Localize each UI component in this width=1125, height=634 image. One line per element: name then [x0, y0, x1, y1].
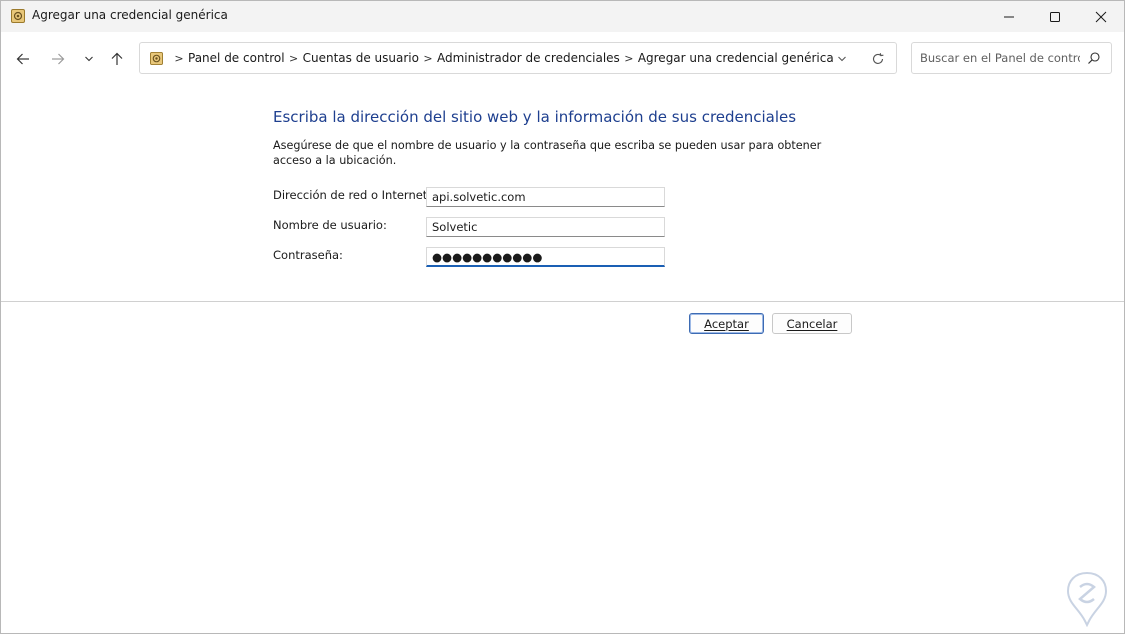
forward-button[interactable]: [45, 46, 71, 72]
maximize-icon: [1050, 11, 1060, 22]
username-label: Nombre de usuario:: [273, 218, 387, 232]
navigation-bar: > Panel de control > Cuentas de usuario …: [1, 32, 1124, 85]
breadcrumb-separator[interactable]: >: [419, 52, 437, 65]
close-button[interactable]: [1078, 1, 1124, 32]
chevron-down-icon: [85, 56, 93, 62]
search-input[interactable]: [920, 50, 1080, 66]
refresh-button[interactable]: [870, 51, 886, 67]
chevron-down-icon: [838, 56, 846, 62]
breadcrumb: > Panel de control > Cuentas de usuario …: [170, 51, 834, 65]
password-label: Contraseña:: [273, 248, 343, 262]
cancel-button[interactable]: Cancelar: [772, 313, 852, 334]
divider: [1, 301, 1124, 302]
recent-locations-button[interactable]: [76, 46, 102, 72]
credential-window: Agregar una credencial genérica > Panel …: [0, 0, 1125, 634]
up-button[interactable]: [104, 46, 130, 72]
username-field[interactable]: [426, 217, 665, 237]
breadcrumb-separator[interactable]: >: [620, 52, 638, 65]
password-field[interactable]: [426, 247, 665, 267]
minimize-button[interactable]: [986, 1, 1032, 32]
page-description: Asegúrese de que el nombre de usuario y …: [273, 139, 822, 167]
breadcrumb-separator[interactable]: >: [170, 52, 188, 65]
search-icon[interactable]: [1087, 51, 1101, 65]
title-bar[interactable]: Agregar una credencial genérica: [1, 1, 1124, 32]
accept-button[interactable]: Aceptar: [689, 313, 764, 334]
breadcrumb-item[interactable]: Panel de control: [188, 51, 285, 65]
page-heading: Escriba la dirección del sitio web y la …: [273, 108, 797, 126]
search-box[interactable]: [911, 42, 1112, 74]
address-history-button[interactable]: [834, 51, 850, 67]
forward-arrow-icon: [52, 53, 65, 65]
close-icon: [1095, 11, 1107, 22]
address-label: Dirección de red o Internet:: [273, 188, 432, 202]
watermark-logo: [1066, 571, 1108, 627]
refresh-icon: [872, 53, 884, 64]
breadcrumb-item[interactable]: Agregar una credencial genérica: [638, 51, 834, 65]
minimize-icon: [1004, 16, 1014, 17]
window-title: Agregar una credencial genérica: [32, 8, 228, 22]
breadcrumb-item[interactable]: Cuentas de usuario: [303, 51, 419, 65]
breadcrumb-separator[interactable]: >: [285, 52, 303, 65]
maximize-button[interactable]: [1032, 1, 1078, 32]
back-arrow-icon: [16, 53, 29, 65]
breadcrumb-item[interactable]: Administrador de credenciales: [437, 51, 620, 65]
address-bar[interactable]: > Panel de control > Cuentas de usuario …: [139, 42, 897, 74]
up-arrow-icon: [111, 52, 123, 65]
address-field[interactable]: [426, 187, 665, 207]
control-panel-icon: [11, 9, 25, 23]
control-panel-icon: [150, 52, 163, 65]
back-button[interactable]: [10, 46, 36, 72]
